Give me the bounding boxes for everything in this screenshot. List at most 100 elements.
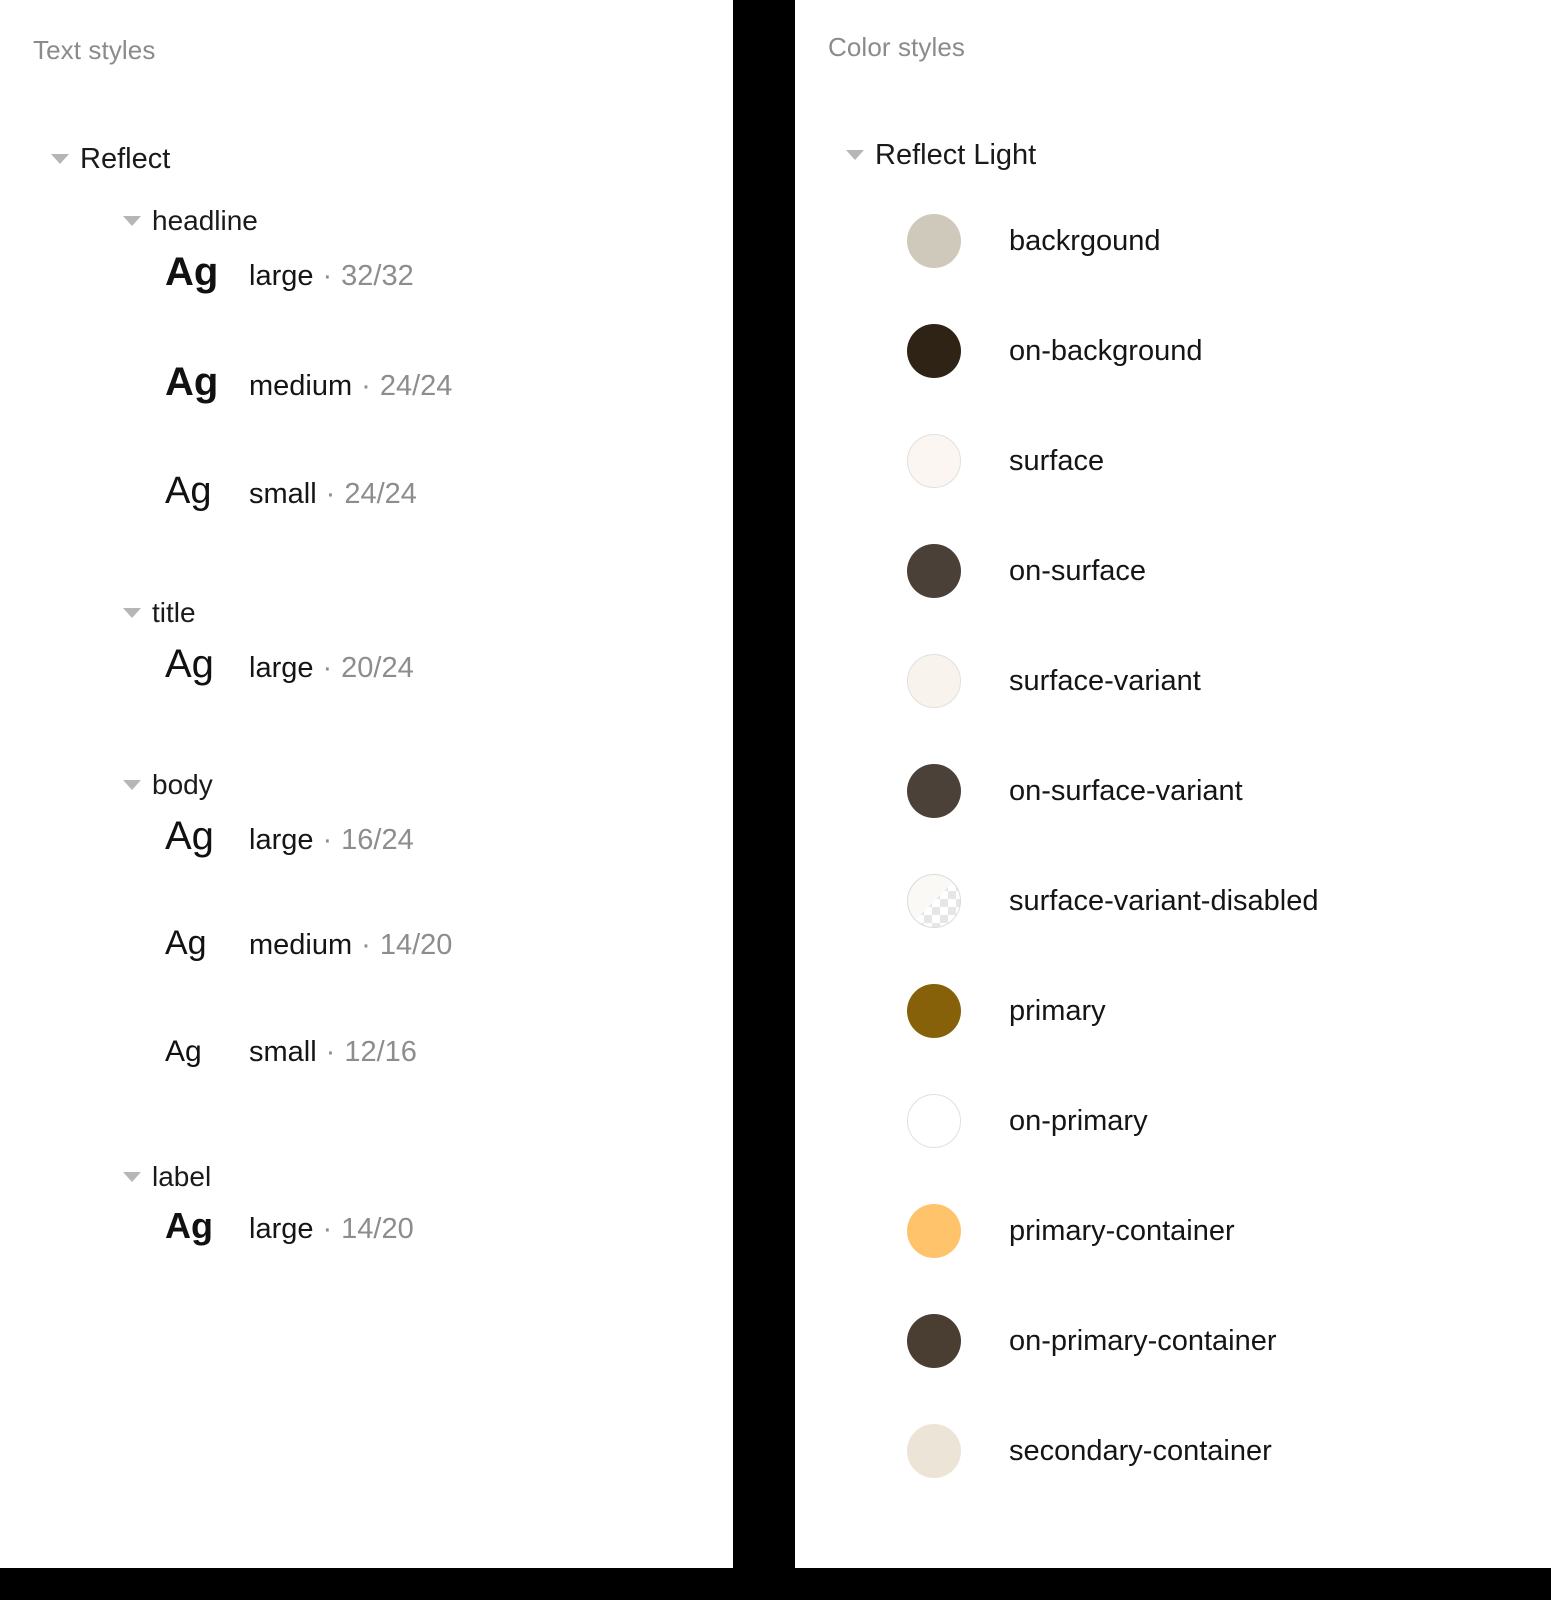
tree-group-label-group[interactable]: label: [0, 1146, 733, 1208]
text-style-row[interactable]: Ag medium · 14/20: [0, 926, 733, 1036]
chevron-down-icon[interactable]: [112, 216, 152, 226]
color-style-row[interactable]: surface-variant: [795, 626, 1551, 736]
text-style-separator: ·: [322, 260, 333, 292]
text-style-row[interactable]: Ag medium · 24/24: [0, 362, 733, 472]
color-swatch[interactable]: [907, 654, 961, 708]
text-styles-panel: Text styles Reflect headline Ag large · …: [0, 0, 733, 1568]
color-style-row[interactable]: on-surface-variant: [795, 736, 1551, 846]
ag-preview: Ag: [165, 814, 214, 858]
tree-group-reflect[interactable]: Reflect: [0, 128, 733, 190]
text-style-name: medium: [249, 370, 353, 402]
text-style-name: large: [249, 1213, 314, 1245]
tree-group-label: headline: [152, 205, 258, 236]
color-style-name: backrgound: [1009, 224, 1161, 257]
text-style-name: large: [249, 652, 314, 684]
text-style-row[interactable]: Ag small · 12/16: [0, 1036, 733, 1146]
color-style-row[interactable]: on-surface: [795, 516, 1551, 626]
text-style-row[interactable]: Ag large · 16/24: [0, 816, 733, 926]
color-swatch[interactable]: [907, 434, 961, 488]
text-style-row[interactable]: Ag small · 24/24: [0, 472, 733, 582]
text-style-metrics: 14/20: [379, 929, 453, 961]
color-style-row[interactable]: on-background: [795, 296, 1551, 406]
ag-preview: Ag: [165, 1205, 213, 1246]
tree-group-label: Reflect: [80, 142, 171, 175]
color-style-name: on-background: [1009, 334, 1203, 367]
color-styles-tree: Reflect Light backrgound on-background s…: [795, 124, 1551, 1506]
text-style-row[interactable]: Ag large · 20/24: [0, 644, 733, 754]
text-styles-tree: Reflect headline Ag large · 32/32 Ag med…: [0, 128, 733, 1318]
text-style-separator: ·: [322, 652, 333, 684]
color-style-name: secondary-container: [1009, 1434, 1272, 1467]
color-swatch[interactable]: [907, 1424, 961, 1478]
text-style-separator: ·: [322, 824, 333, 856]
color-styles-panel: Color styles Reflect Light backrgound on…: [795, 0, 1551, 1568]
tree-group-label: title: [152, 597, 196, 628]
color-style-row[interactable]: backrgound: [795, 186, 1551, 296]
color-style-row[interactable]: on-primary-container: [795, 1286, 1551, 1396]
color-style-row[interactable]: primary-container: [795, 1176, 1551, 1286]
text-style-metrics: 24/24: [344, 478, 417, 510]
text-styles-panel-title: Text styles: [33, 35, 156, 65]
color-style-row[interactable]: surface-variant-disabled: [795, 846, 1551, 956]
text-style-name: small: [249, 478, 317, 510]
text-style-name: medium: [249, 929, 353, 961]
text-style-metrics: 20/24: [341, 652, 414, 684]
ag-preview: Ag: [165, 642, 214, 686]
color-style-row[interactable]: on-primary: [795, 1066, 1551, 1176]
tree-group-headline[interactable]: headline: [0, 190, 733, 252]
text-style-separator: ·: [325, 478, 336, 510]
text-style-separator: ·: [325, 1036, 336, 1068]
text-style-name: large: [249, 824, 314, 856]
text-style-metrics: 14/20: [341, 1213, 414, 1245]
color-swatch[interactable]: [907, 544, 961, 598]
color-swatch[interactable]: [907, 1204, 961, 1258]
ag-preview: Ag: [165, 1035, 202, 1068]
tree-group-title[interactable]: title: [0, 582, 733, 644]
text-style-separator: ·: [361, 370, 371, 402]
tree-group-label: body: [152, 769, 213, 800]
chevron-down-icon[interactable]: [112, 608, 152, 618]
tree-group-label: label: [152, 1161, 212, 1192]
color-swatch[interactable]: [907, 984, 961, 1038]
color-style-row[interactable]: surface: [795, 406, 1551, 516]
tree-group-reflect-light[interactable]: Reflect Light: [795, 124, 1551, 186]
chevron-down-icon[interactable]: [40, 154, 80, 164]
screenshot-stage: Text styles Reflect headline Ag large · …: [0, 0, 1551, 1600]
color-style-row[interactable]: primary: [795, 956, 1551, 1066]
text-style-metrics: 16/24: [341, 824, 414, 856]
ag-preview: Ag: [165, 470, 212, 512]
text-style-row[interactable]: Ag large · 32/32: [0, 252, 733, 362]
color-style-name: on-surface-variant: [1009, 774, 1243, 807]
ag-preview: Ag: [165, 360, 219, 404]
color-style-name: surface: [1009, 444, 1105, 477]
ag-preview: Ag: [165, 924, 207, 962]
text-style-row[interactable]: Ag large · 14/20: [0, 1208, 733, 1318]
text-style-separator: ·: [361, 929, 371, 961]
chevron-down-icon[interactable]: [112, 780, 152, 790]
color-style-name: on-surface: [1009, 554, 1147, 587]
color-swatch[interactable]: [907, 1314, 961, 1368]
text-style-metrics: 32/32: [341, 260, 414, 292]
color-swatch[interactable]: [907, 214, 961, 268]
text-style-name: small: [249, 1036, 317, 1068]
color-swatch[interactable]: [907, 1094, 961, 1148]
color-styles-panel-title: Color styles: [828, 32, 966, 62]
color-style-name: surface-variant: [1009, 664, 1201, 697]
text-style-metrics: 12/16: [344, 1036, 417, 1068]
color-style-name: on-primary: [1009, 1104, 1148, 1137]
color-swatch-transparent[interactable]: [907, 874, 961, 928]
color-style-row[interactable]: secondary-container: [795, 1396, 1551, 1506]
text-style-metrics: 24/24: [379, 370, 453, 402]
color-style-name: surface-variant-disabled: [1009, 884, 1319, 917]
tree-group-label: Reflect Light: [875, 138, 1037, 171]
text-style-name: large: [249, 260, 314, 292]
ag-preview: Ag: [165, 250, 219, 294]
chevron-down-icon[interactable]: [835, 150, 875, 160]
text-style-separator: ·: [322, 1213, 333, 1245]
color-swatch[interactable]: [907, 324, 961, 378]
color-style-name: on-primary-container: [1009, 1324, 1277, 1357]
color-style-name: primary: [1009, 994, 1106, 1027]
tree-group-body[interactable]: body: [0, 754, 733, 816]
chevron-down-icon[interactable]: [112, 1172, 152, 1182]
color-swatch[interactable]: [907, 764, 961, 818]
